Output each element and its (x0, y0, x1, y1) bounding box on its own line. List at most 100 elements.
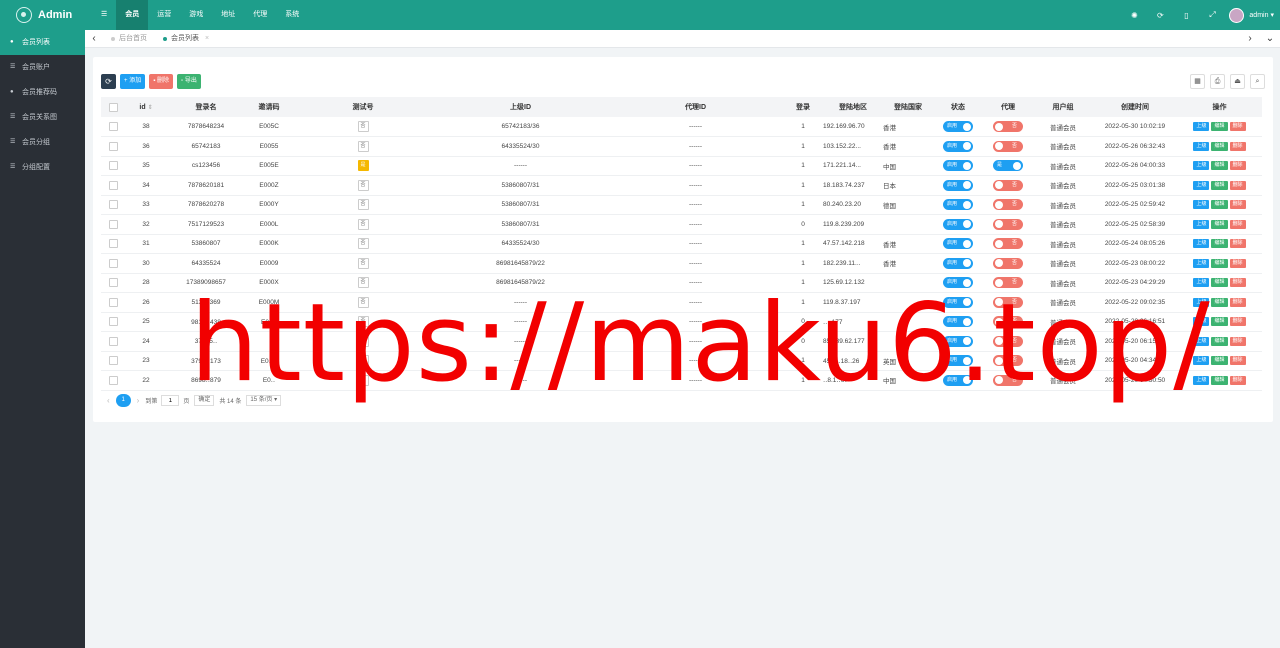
checkbox[interactable] (108, 258, 118, 268)
page-1[interactable]: 1 (115, 394, 131, 407)
agent-toggle[interactable]: 否 (993, 199, 1023, 211)
agent-toggle[interactable]: 否 (993, 218, 1023, 230)
sidebar-item-relation-graph[interactable]: ☰ 会员关系图 (0, 105, 85, 130)
tab-scroll-left-icon[interactable]: ‹ (85, 33, 103, 44)
status-toggle[interactable]: 启用 (943, 257, 973, 269)
parent-button[interactable]: 上级 (1193, 200, 1210, 210)
refresh-button[interactable]: ⟳ (101, 74, 116, 89)
checkbox[interactable] (108, 239, 118, 249)
edit-button[interactable]: 编辑 (1211, 278, 1228, 288)
row-select[interactable] (101, 312, 125, 332)
delete-button[interactable]: ▪ 删除 (149, 74, 174, 89)
checkbox[interactable] (108, 278, 118, 288)
columns-icon[interactable]: ▦ (1190, 74, 1205, 89)
row-select[interactable] (101, 351, 125, 371)
row-select[interactable] (101, 292, 125, 313)
parent-button[interactable]: 上级 (1193, 219, 1210, 229)
fullscreen-icon[interactable]: ⤢ (1199, 10, 1225, 20)
delete-row-button[interactable]: 删除 (1229, 161, 1246, 171)
prev-page-icon[interactable]: ‹ (107, 396, 110, 405)
row-select[interactable] (101, 234, 125, 254)
row-select[interactable] (101, 117, 125, 137)
table-row[interactable]: 31 53860807 E000K 否 64335524/30 ------ 1 47.57.… (101, 234, 1262, 254)
table-row[interactable]: 32 7517129523 E000L 否 53860807/31 ------ 0 119.… (101, 214, 1262, 235)
export-icon[interactable]: ⏏ (1230, 74, 1245, 89)
nav-item-agent[interactable]: 代理 (244, 0, 276, 30)
theme-icon[interactable]: ✺ (1121, 11, 1147, 20)
tab-home[interactable]: 后台首页 (103, 30, 155, 48)
checkbox[interactable] (108, 336, 118, 346)
status-toggle[interactable]: 启用 (943, 121, 973, 132)
export-button[interactable]: ▫ 导出 (177, 74, 201, 89)
status-toggle[interactable]: 启用 (943, 140, 973, 152)
table-row[interactable]: 35 cs123456 E005E 是 ------ ------ 1 171.221.14.… (101, 156, 1262, 176)
status-toggle[interactable]: 启用 (943, 179, 973, 191)
table-row[interactable]: 34 7878620181 E000Z 否 53860807/31 ------ 1 18.1… (101, 175, 1262, 196)
checkbox[interactable] (108, 297, 118, 307)
delete-row-button[interactable]: 删除 (1229, 141, 1246, 151)
row-select[interactable] (101, 175, 125, 196)
checkbox[interactable] (108, 102, 118, 112)
parent-button[interactable]: 上级 (1193, 239, 1210, 249)
tab-member-list[interactable]: 会员列表 × (155, 30, 217, 48)
parent-button[interactable]: 上级 (1193, 122, 1210, 131)
agent-toggle[interactable]: 否 (993, 238, 1023, 250)
edit-button[interactable]: 编辑 (1211, 258, 1228, 268)
agent-toggle[interactable]: 否 (993, 257, 1023, 269)
sidebar-item-member-list[interactable]: ● 会员列表 (0, 30, 85, 55)
nav-item-member[interactable]: 会员 (116, 0, 149, 30)
refresh-icon[interactable]: ⟳ (1147, 11, 1173, 20)
table-row[interactable]: 36 65742183 E0055 否 64335524/30 ------ 1 103.15… (101, 136, 1262, 157)
tab-menu-icon[interactable]: ⌄ (1260, 30, 1280, 48)
edit-button[interactable]: 编辑 (1211, 122, 1228, 131)
user-menu[interactable]: admin ▾ (1225, 7, 1280, 23)
next-page-icon[interactable]: › (137, 396, 140, 405)
delete-row-button[interactable]: 删除 (1229, 122, 1246, 131)
nav-item-system[interactable]: 系统 (276, 0, 308, 30)
delete-row-button[interactable]: 删除 (1229, 239, 1246, 249)
row-select[interactable] (101, 214, 125, 235)
page-input[interactable] (161, 395, 180, 406)
checkbox[interactable] (108, 200, 118, 210)
print-icon[interactable]: ⎙ (1210, 74, 1225, 89)
checkbox[interactable] (108, 219, 118, 229)
row-select[interactable] (101, 273, 125, 293)
delete-row-button[interactable]: 删除 (1229, 219, 1246, 229)
delete-row-button[interactable]: 删除 (1229, 375, 1246, 385)
status-toggle[interactable]: 启用 (943, 160, 973, 172)
row-select[interactable] (101, 370, 125, 391)
status-toggle[interactable]: 启用 (943, 218, 973, 230)
parent-button[interactable]: 上级 (1193, 161, 1210, 171)
checkbox[interactable] (108, 375, 118, 385)
sidebar-item-member-group[interactable]: ☰ 会员分组 (0, 130, 85, 155)
row-select[interactable] (101, 253, 125, 274)
delete-row-button[interactable]: 删除 (1229, 356, 1246, 366)
clear-icon[interactable]: ▯ (1173, 11, 1199, 20)
status-toggle[interactable]: 启用 (943, 238, 973, 250)
parent-button[interactable]: 上级 (1193, 258, 1210, 268)
sidebar-item-member-account[interactable]: ☰ 会员账户 (0, 55, 85, 80)
delete-row-button[interactable]: 删除 (1229, 317, 1246, 327)
table-row[interactable]: 30 64335524 E0009 否 86981645879/22 ------ 1 182… (101, 253, 1262, 274)
edit-button[interactable]: 编辑 (1211, 336, 1228, 346)
agent-toggle[interactable]: 否 (993, 121, 1023, 132)
delete-row-button[interactable]: 删除 (1229, 297, 1246, 307)
menu-toggle-icon[interactable]: ☰ (92, 0, 116, 30)
edit-button[interactable]: 编辑 (1211, 200, 1228, 210)
row-select[interactable] (101, 331, 125, 352)
checkbox[interactable] (108, 122, 118, 131)
edit-button[interactable]: 编辑 (1211, 356, 1228, 366)
edit-button[interactable]: 编辑 (1211, 239, 1228, 249)
nav-item-address[interactable]: 地址 (212, 0, 244, 30)
parent-button[interactable]: 上级 (1193, 180, 1210, 190)
agent-toggle[interactable]: 是 (993, 160, 1023, 172)
row-select[interactable] (101, 136, 125, 157)
parent-button[interactable]: 上级 (1193, 141, 1210, 151)
close-icon[interactable]: × (205, 30, 209, 48)
row-select[interactable] (101, 156, 125, 176)
edit-button[interactable]: 编辑 (1211, 219, 1228, 229)
col-id[interactable]: id ⇕ (125, 97, 167, 117)
delete-row-button[interactable]: 删除 (1229, 336, 1246, 346)
delete-row-button[interactable]: 删除 (1229, 278, 1246, 288)
checkbox[interactable] (108, 356, 118, 366)
